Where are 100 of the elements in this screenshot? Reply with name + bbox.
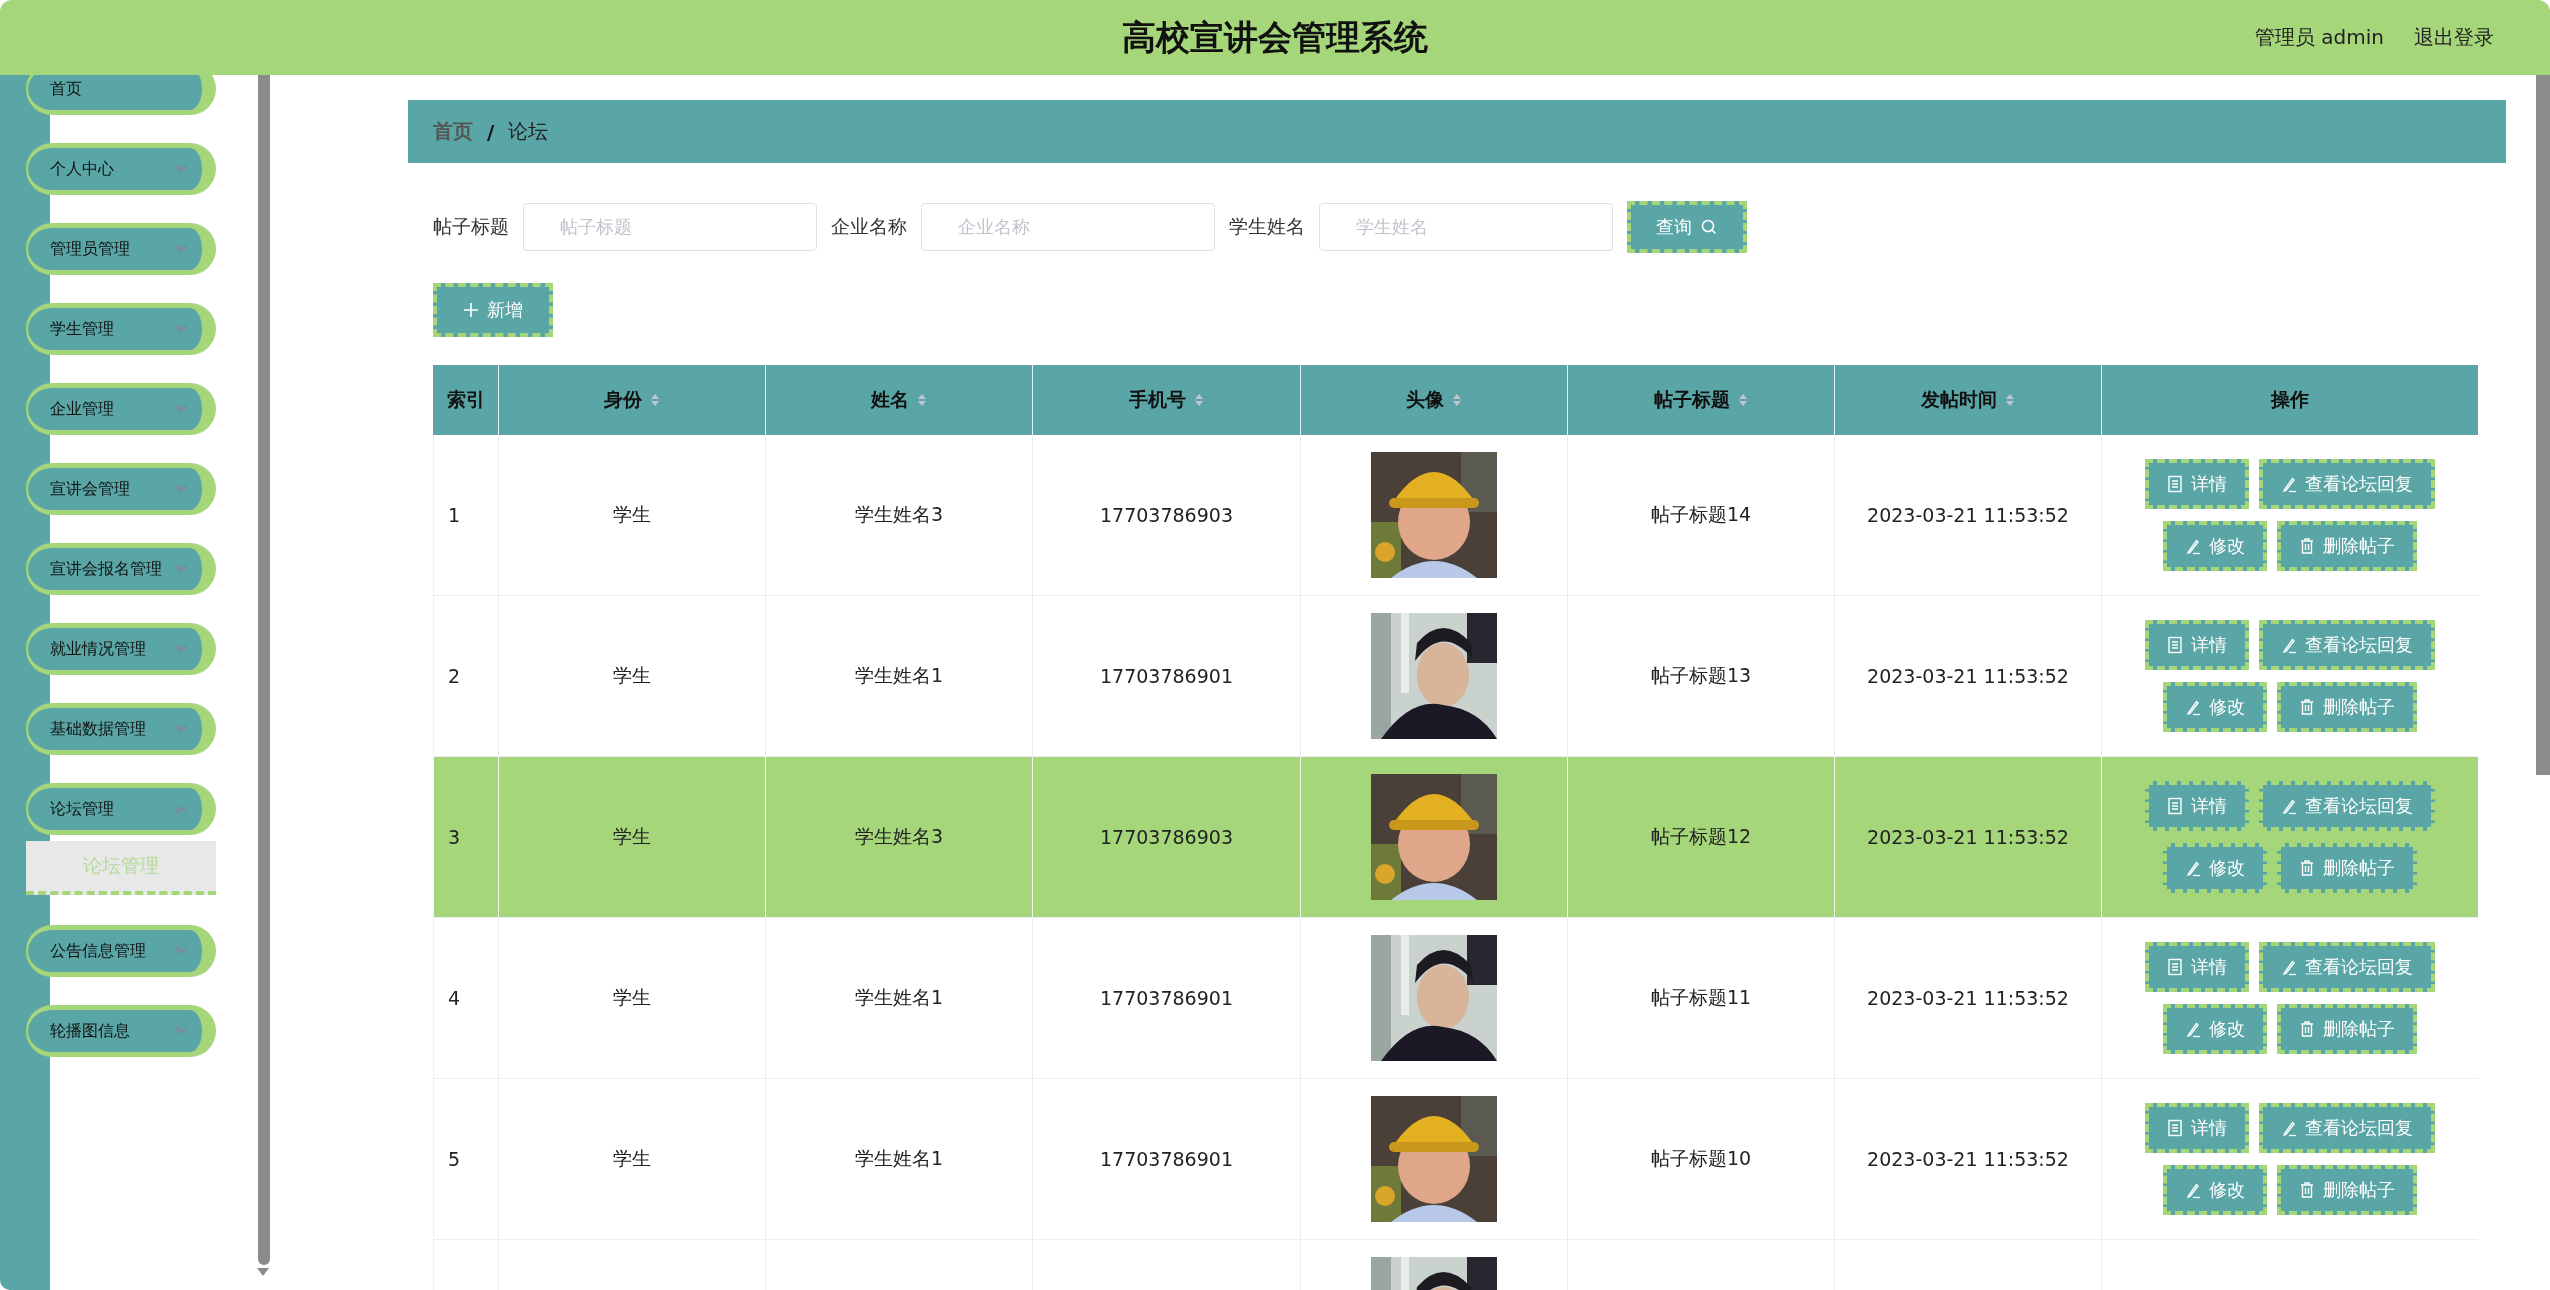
table-cell: 2023-03-21 11:53:52 [1867, 1148, 2069, 1170]
column-header[interactable]: 帖子标题 [1654, 387, 1730, 413]
column-header[interactable]: 身份 [604, 387, 642, 413]
column-header[interactable]: 手机号 [1129, 387, 1186, 413]
table-cell: 2023-03-21 11:53:52 [1867, 826, 2069, 848]
pencil-icon [2185, 698, 2201, 716]
sidebar-item[interactable]: 基础数据管理 [26, 703, 216, 755]
sort-icon[interactable] [1452, 393, 1462, 407]
document-icon [2167, 958, 2183, 976]
scroll-down-icon[interactable] [256, 1267, 270, 1277]
chevron-down-icon [174, 644, 188, 654]
table-cell: 2023-03-21 11:53:52 [1867, 504, 2069, 526]
chevron-down-icon [174, 804, 188, 814]
sidebar-item[interactable]: 公告信息管理 [26, 925, 216, 977]
sort-icon[interactable] [2005, 393, 2015, 407]
sort-icon[interactable] [650, 393, 660, 407]
field-label: 企业名称 [831, 214, 907, 239]
pencil-icon [2185, 1020, 2201, 1038]
app-title: 高校宣讲会管理系统 [1122, 15, 1428, 59]
scrollbar[interactable] [2536, 75, 2550, 775]
trash-icon [2299, 537, 2315, 555]
sidebar-item[interactable]: 就业情况管理 [26, 623, 216, 675]
pencil-icon [2185, 537, 2201, 555]
table-cell-text: 学生姓名1 [854, 1146, 944, 1171]
pencil-icon [2281, 636, 2297, 654]
chevron-down-icon [174, 484, 188, 494]
search-icon [1700, 218, 1718, 236]
table-cell-text: 帖子标题14 [1650, 502, 1752, 527]
chevron-down-icon [174, 244, 188, 254]
table-cell-text: 帖子标题12 [1650, 824, 1752, 849]
sidebar-item[interactable]: 轮播图信息 [26, 1005, 216, 1057]
table-cell: 2023-03-21 11:53:52 [1867, 665, 2069, 687]
column-header[interactable]: 姓名 [871, 387, 909, 413]
sidebar-item[interactable]: 个人中心 [26, 143, 216, 195]
table-cell: 17703786903 [1100, 504, 1233, 526]
logout-link[interactable]: 退出登录 [2414, 24, 2494, 51]
table-cell: 2023-03-21 11:53:52 [1867, 987, 2069, 1009]
column-header: 索引 [447, 387, 485, 412]
table-cell: 17703786903 [1100, 826, 1233, 848]
pencil-icon [2185, 859, 2201, 877]
table-cell-text: 帖子标题10 [1650, 1146, 1752, 1171]
table-cell: 4 [448, 987, 461, 1009]
table-cell: 17703786901 [1100, 987, 1233, 1009]
pencil-icon [2185, 1181, 2201, 1199]
pencil-icon [2281, 958, 2297, 976]
column-header: 操作 [2271, 387, 2309, 412]
search-field[interactable]: 学生姓名 [1319, 203, 1613, 251]
table-cell-text: 学生姓名3 [854, 824, 944, 849]
trash-icon [2299, 698, 2315, 716]
scrollbar[interactable] [258, 75, 270, 1265]
chevron-down-icon [174, 324, 188, 334]
trash-icon [2299, 1181, 2315, 1199]
table-cell-text: 学生姓名1 [854, 663, 944, 688]
sidebar-item[interactable]: 管理员管理 [26, 223, 216, 275]
document-icon [2167, 1119, 2183, 1137]
table-cell-text: 学生 [613, 502, 651, 527]
table-cell: 5 [448, 1148, 461, 1170]
chevron-down-icon [174, 564, 188, 574]
table-cell-text: 学生姓名3 [854, 502, 944, 527]
column-header[interactable]: 头像 [1406, 387, 1444, 413]
document-icon [2167, 475, 2183, 493]
sidebar-item[interactable]: 企业管理 [26, 383, 216, 435]
chevron-down-icon [174, 946, 188, 956]
chevron-down-icon [174, 164, 188, 174]
table-cell-text: 学生 [613, 1146, 651, 1171]
search-field[interactable]: 企业名称 [921, 203, 1215, 251]
pencil-icon [2281, 797, 2297, 815]
chevron-down-icon [174, 1026, 188, 1036]
field-label: 帖子标题 [433, 214, 509, 239]
chevron-down-icon [174, 404, 188, 414]
sidebar-item[interactable]: 宣讲会管理 [26, 463, 216, 515]
sidebar-item[interactable]: 学生管理 [26, 303, 216, 355]
user-label: 管理员 admin [2254, 24, 2384, 51]
column-header[interactable]: 发帖时间 [1921, 387, 1997, 413]
sort-icon[interactable] [917, 393, 927, 407]
sort-icon[interactable] [1194, 393, 1204, 407]
document-icon [2167, 636, 2183, 654]
chevron-down-icon [174, 724, 188, 734]
field-label: 学生姓名 [1229, 214, 1305, 239]
sidebar-item[interactable]: 论坛管理 [26, 783, 216, 835]
pencil-icon [2281, 475, 2297, 493]
table-cell-text: 学生 [613, 985, 651, 1010]
table-cell: 17703786901 [1100, 1148, 1233, 1170]
table-cell-text: 学生 [613, 824, 651, 849]
sort-icon[interactable] [1738, 393, 1748, 407]
table-cell-text: 帖子标题11 [1650, 985, 1752, 1010]
search-field[interactable]: 帖子标题 [523, 203, 817, 251]
pencil-icon [2281, 1119, 2297, 1137]
table-cell: 17703786901 [1100, 665, 1233, 687]
plus-icon [463, 302, 479, 318]
table-cell: 2 [448, 665, 461, 687]
table-cell-text: 帖子标题13 [1650, 663, 1752, 688]
sidebar-item[interactable]: 首页 [26, 75, 216, 115]
table-cell: 3 [448, 826, 461, 848]
table-cell: 1 [448, 504, 461, 526]
trash-icon [2299, 1020, 2315, 1038]
trash-icon [2299, 859, 2315, 877]
table-cell-text: 学生姓名1 [854, 985, 944, 1010]
breadcrumb-separator: / [487, 119, 495, 144]
sidebar-item[interactable]: 宣讲会报名管理 [26, 543, 216, 595]
